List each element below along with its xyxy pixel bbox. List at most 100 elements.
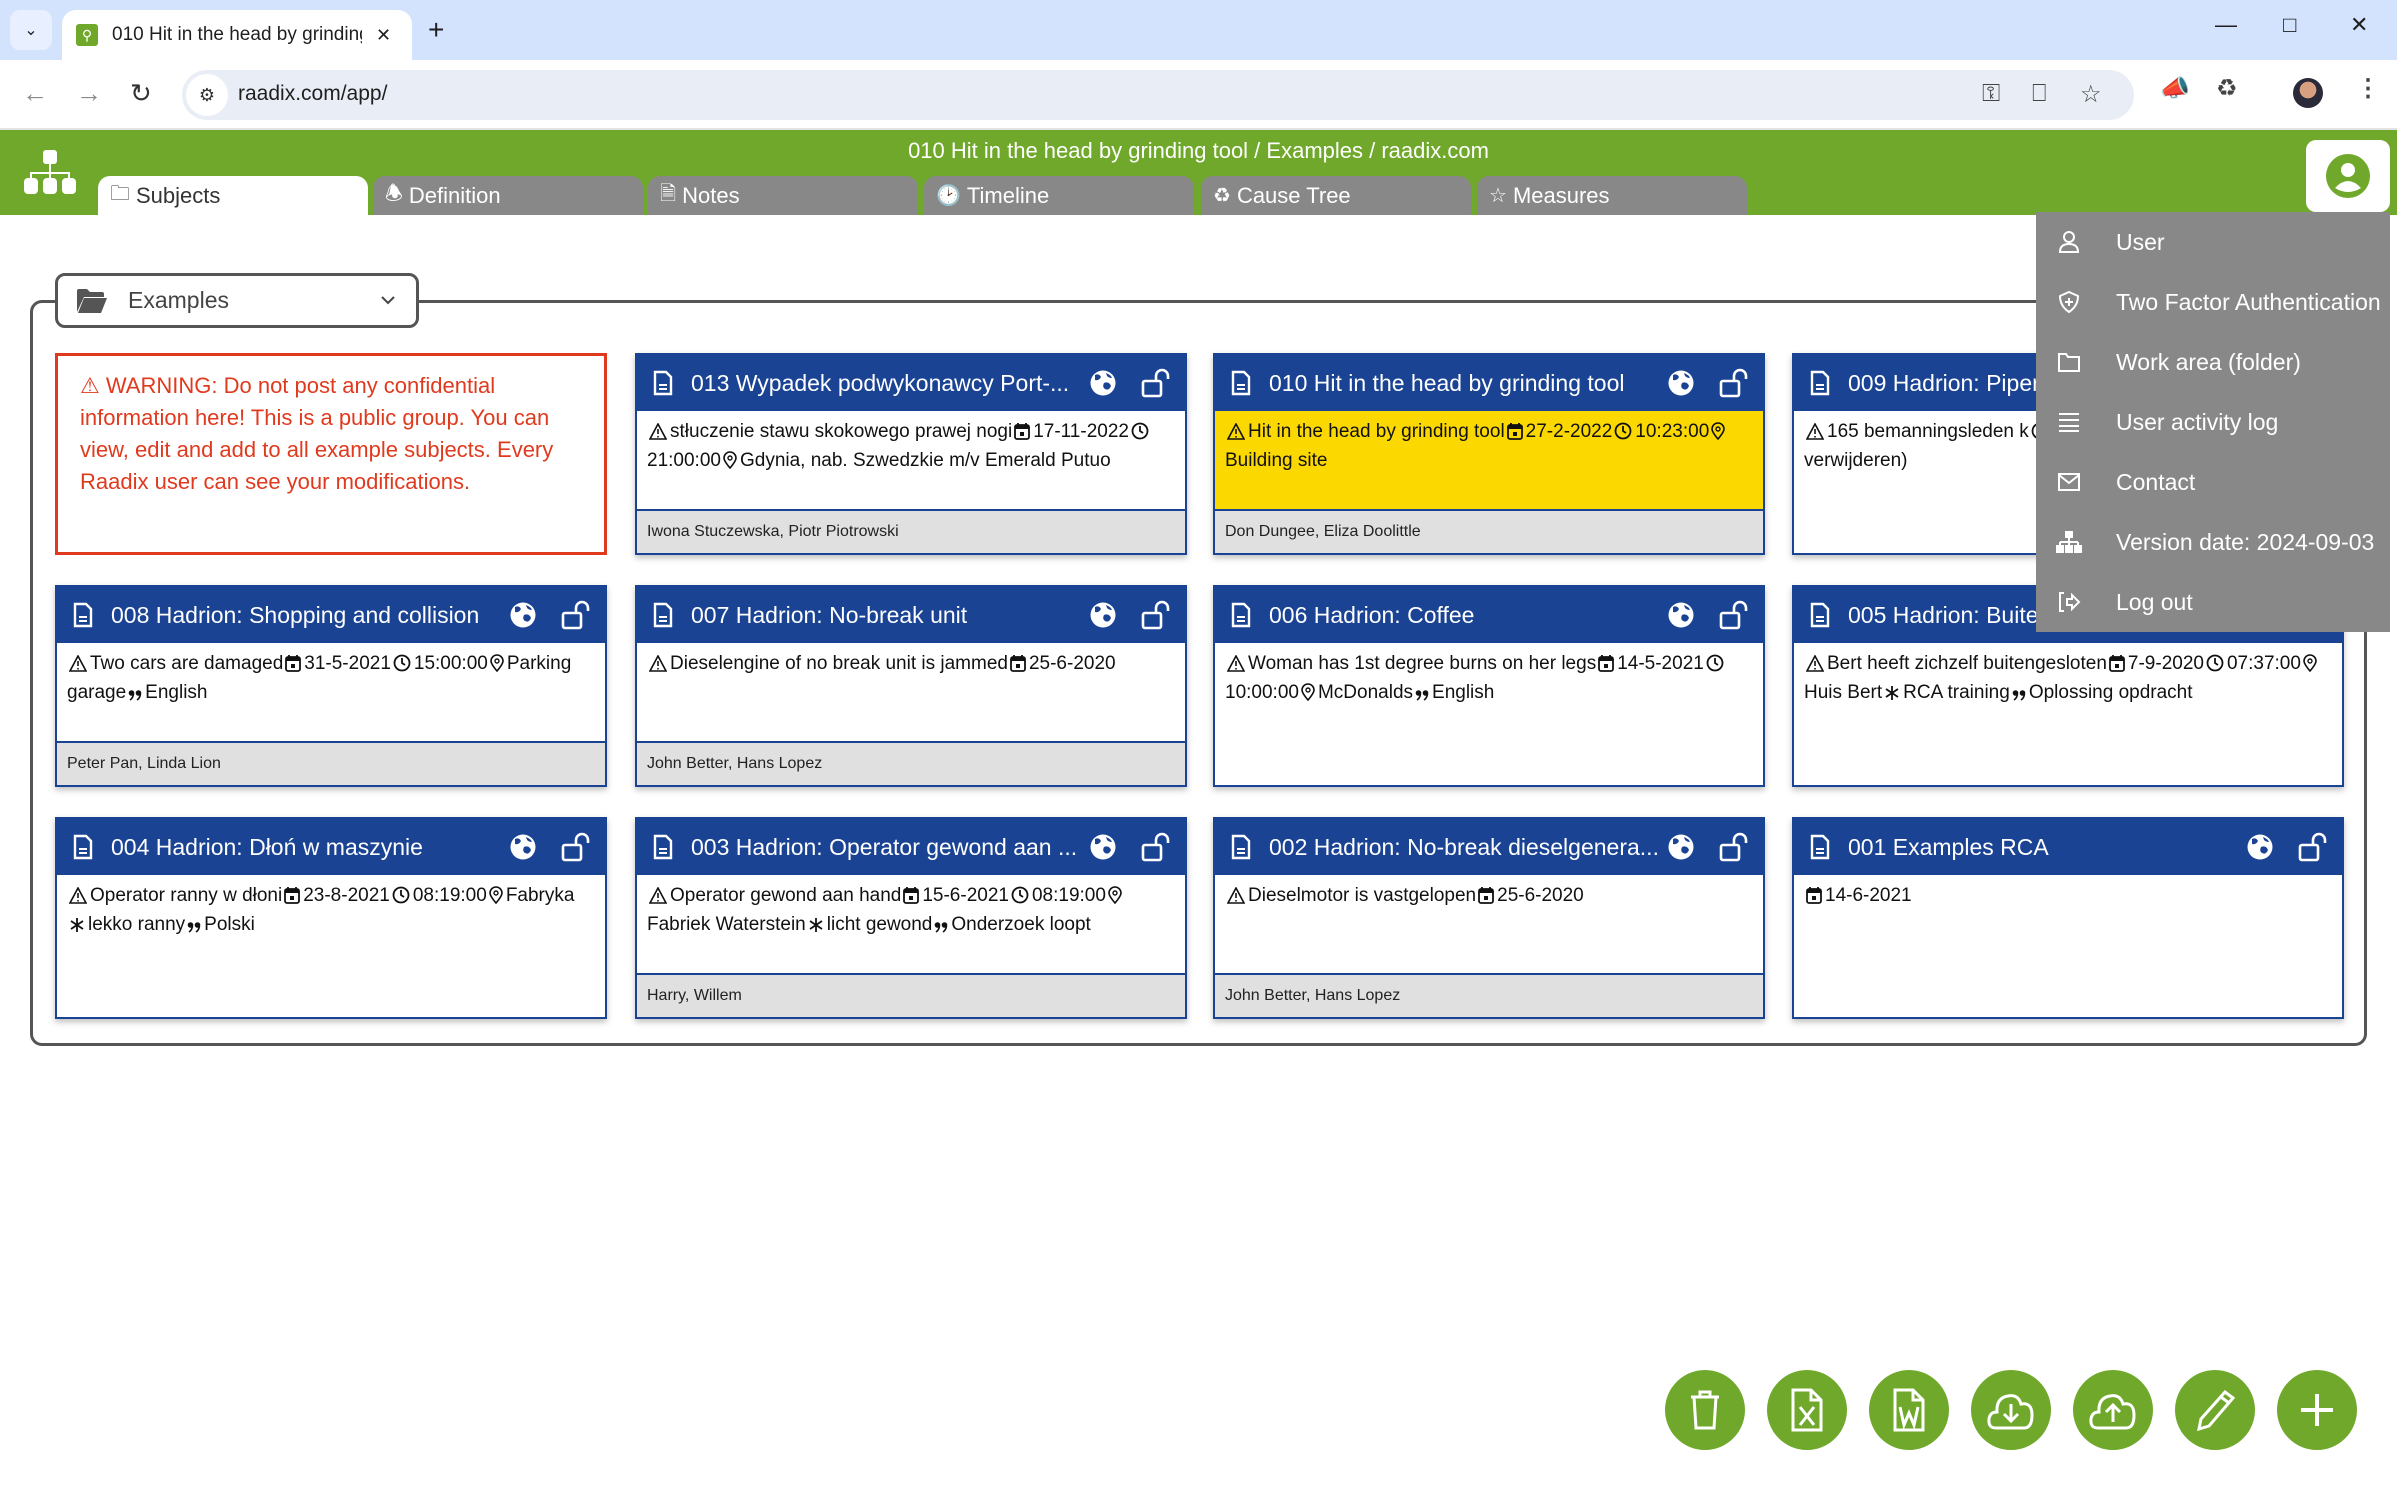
globe-icon[interactable] xyxy=(509,833,537,861)
reload-icon[interactable]: ↻ xyxy=(130,78,152,109)
subject-title[interactable]: 007 Hadrion: No-break unit xyxy=(691,602,1079,629)
subject-card[interactable]: 006 Hadrion: Coffee Woman has 1st degree … xyxy=(1213,585,1765,787)
unlock-icon[interactable] xyxy=(561,832,591,862)
subject-title[interactable]: 010 Hit in the head by grinding tool xyxy=(1269,370,1657,397)
subject-title[interactable]: 003 Hadrion: Operator gewond aan ... xyxy=(691,834,1079,861)
globe-icon[interactable] xyxy=(1667,601,1695,629)
profile-avatar[interactable] xyxy=(2293,78,2323,108)
subject-title[interactable]: 002 Hadrion: No-break dieselgenera... xyxy=(1269,834,1657,861)
globe-icon[interactable] xyxy=(509,601,537,629)
subject-card-header[interactable]: 013 Wypadek podwykonawcy Port-... xyxy=(637,355,1185,411)
unlock-icon[interactable] xyxy=(1141,600,1171,630)
download-button[interactable] xyxy=(1971,1370,2051,1450)
warning-icon xyxy=(1226,654,1246,680)
detail-calendar: 31-5-2021 xyxy=(304,653,391,674)
close-window-icon[interactable]: ✕ xyxy=(2350,12,2368,38)
tab-cause-tree[interactable]: ♻ Cause Tree xyxy=(1201,176,1471,215)
subject-card[interactable]: 008 Hadrion: Shopping and collision Two c… xyxy=(55,585,607,787)
subject-card[interactable]: 007 Hadrion: No-break unit Dieselengine o… xyxy=(635,585,1187,787)
document-icon xyxy=(1810,602,1830,628)
subject-card[interactable]: 001 Examples RCA 14-6-2021 xyxy=(1792,817,2344,1019)
menu-item-two-factor[interactable]: Two Factor Authentication xyxy=(2036,272,2390,332)
unlock-icon[interactable] xyxy=(1719,832,1749,862)
upload-button[interactable] xyxy=(2073,1370,2153,1450)
tab-timeline[interactable]: 🕑 Timeline xyxy=(924,176,1194,215)
subject-card-header[interactable]: 010 Hit in the head by grinding tool xyxy=(1215,355,1763,411)
back-arrow-icon[interactable]: ← xyxy=(22,78,48,109)
key-icon[interactable]: ⚿ xyxy=(1982,80,2000,108)
subject-card-header[interactable]: 008 Hadrion: Shopping and collision xyxy=(57,587,605,643)
menu-item-activity-log[interactable]: User activity log xyxy=(2036,392,2390,452)
unlock-icon[interactable] xyxy=(561,600,591,630)
new-tab-button[interactable]: + xyxy=(428,14,444,46)
subject-title[interactable]: 004 Hadrion: Dłoń w maszynie xyxy=(111,834,499,861)
globe-icon[interactable] xyxy=(1089,601,1117,629)
subject-card[interactable]: 003 Hadrion: Operator gewond aan ... Oper… xyxy=(635,817,1187,1019)
subject-card[interactable]: 013 Wypadek podwykonawcy Port-... stłucze… xyxy=(635,353,1187,555)
detail-warning: 165 bemanningsleden k xyxy=(1827,421,2029,442)
unlock-icon[interactable] xyxy=(2298,832,2328,862)
subject-title[interactable]: 006 Hadrion: Coffee xyxy=(1269,602,1657,629)
subject-card[interactable]: 004 Hadrion: Dłoń w maszynie Operator ran… xyxy=(55,817,607,1019)
extensions-puzzle-icon[interactable]: ♻ xyxy=(2216,74,2238,103)
tab-subjects[interactable]: 🗀 Subjects xyxy=(98,176,368,215)
subject-card-header[interactable]: 007 Hadrion: No-break unit xyxy=(637,587,1185,643)
globe-icon[interactable] xyxy=(2246,833,2274,861)
unlock-icon[interactable] xyxy=(1141,368,1171,398)
url-text[interactable]: raadix.com/app/ xyxy=(238,82,387,106)
detail-asterisk: licht gewond xyxy=(826,914,933,935)
unlock-icon[interactable] xyxy=(1719,368,1749,398)
subject-title[interactable]: 013 Wypadek podwykonawcy Port-... xyxy=(691,370,1079,397)
subject-title[interactable]: 001 Examples RCA xyxy=(1848,834,2236,861)
tab-list-button[interactable]: ⌄ xyxy=(10,10,52,50)
globe-icon[interactable] xyxy=(1667,369,1695,397)
map-pin-icon xyxy=(723,451,737,477)
detail-pin: Huis Bert xyxy=(1804,682,1883,703)
subject-card-header[interactable]: 002 Hadrion: No-break dieselgenera... xyxy=(1215,819,1763,875)
detail-clock: 08:19:00 xyxy=(412,885,487,906)
export-excel-button[interactable] xyxy=(1767,1370,1847,1450)
user-menu-button[interactable] xyxy=(2306,140,2390,212)
subject-card-details: Dieselengine of no break unit is jammed 2… xyxy=(637,643,1185,741)
subject-card-details: Bert heeft zichzelf buitengesloten 7-9-20… xyxy=(1794,643,2342,741)
globe-icon[interactable] xyxy=(1667,833,1695,861)
megaphone-icon[interactable]: 📣 xyxy=(2160,74,2190,103)
install-app-icon[interactable]: ⎕ xyxy=(2032,80,2046,108)
tab-label: Measures xyxy=(1512,182,1610,208)
menu-item-contact[interactable]: Contact xyxy=(2036,452,2390,512)
menu-item-user[interactable]: User xyxy=(2036,212,2390,272)
bookmark-star-icon[interactable]: ☆ xyxy=(2080,80,2102,109)
tab-notes[interactable]: 🗎 Notes xyxy=(648,176,918,215)
subject-card[interactable]: 002 Hadrion: No-break dieselgenera... Die… xyxy=(1213,817,1765,1019)
address-bar[interactable]: ⚙ raadix.com/app/ ⚿ ⎕ ☆ xyxy=(182,70,2134,120)
minimize-icon[interactable]: — xyxy=(2215,12,2237,38)
detail-warning: Woman has 1st degree burns on her legs xyxy=(1248,653,1597,674)
menu-item-logout[interactable]: Log out xyxy=(2036,572,2390,632)
forward-arrow-icon[interactable]: → xyxy=(76,78,102,109)
document-icon xyxy=(1231,602,1251,628)
menu-item-work-area[interactable]: Work area (folder) xyxy=(2036,332,2390,392)
kebab-menu-icon[interactable]: ⋮ xyxy=(2356,74,2380,103)
subject-card-header[interactable]: 004 Hadrion: Dłoń w maszynie xyxy=(57,819,605,875)
edit-button[interactable] xyxy=(2175,1370,2255,1450)
subject-card-header[interactable]: 006 Hadrion: Coffee xyxy=(1215,587,1763,643)
subject-card[interactable]: 010 Hit in the head by grinding tool Hit … xyxy=(1213,353,1765,555)
tab-measures[interactable]: ☆ Measures xyxy=(1477,176,1747,215)
subject-title[interactable]: 008 Hadrion: Shopping and collision xyxy=(111,602,499,629)
close-tab-icon[interactable]: ✕ xyxy=(376,25,391,46)
menu-item-version[interactable]: Version date: 2024-09-03 xyxy=(2036,512,2390,572)
add-subject-button[interactable] xyxy=(2277,1370,2357,1450)
subject-card-header[interactable]: 001 Examples RCA xyxy=(1794,819,2342,875)
site-info-icon[interactable]: ⚙ xyxy=(186,74,228,116)
unlock-icon[interactable] xyxy=(1719,600,1749,630)
browser-tab-active[interactable]: ⚲ 010 Hit in the head by grinding ✕ xyxy=(62,10,412,60)
subject-card-header[interactable]: 003 Hadrion: Operator gewond aan ... xyxy=(637,819,1185,875)
delete-button[interactable] xyxy=(1665,1370,1745,1450)
export-word-button[interactable] xyxy=(1869,1370,1949,1450)
tab-definition[interactable]: 🕭 Definition xyxy=(373,176,643,215)
folder-select[interactable]: Examples xyxy=(55,273,419,328)
globe-icon[interactable] xyxy=(1089,369,1117,397)
maximize-icon[interactable]: □ xyxy=(2283,12,2296,38)
globe-icon[interactable] xyxy=(1089,833,1117,861)
unlock-icon[interactable] xyxy=(1141,832,1171,862)
